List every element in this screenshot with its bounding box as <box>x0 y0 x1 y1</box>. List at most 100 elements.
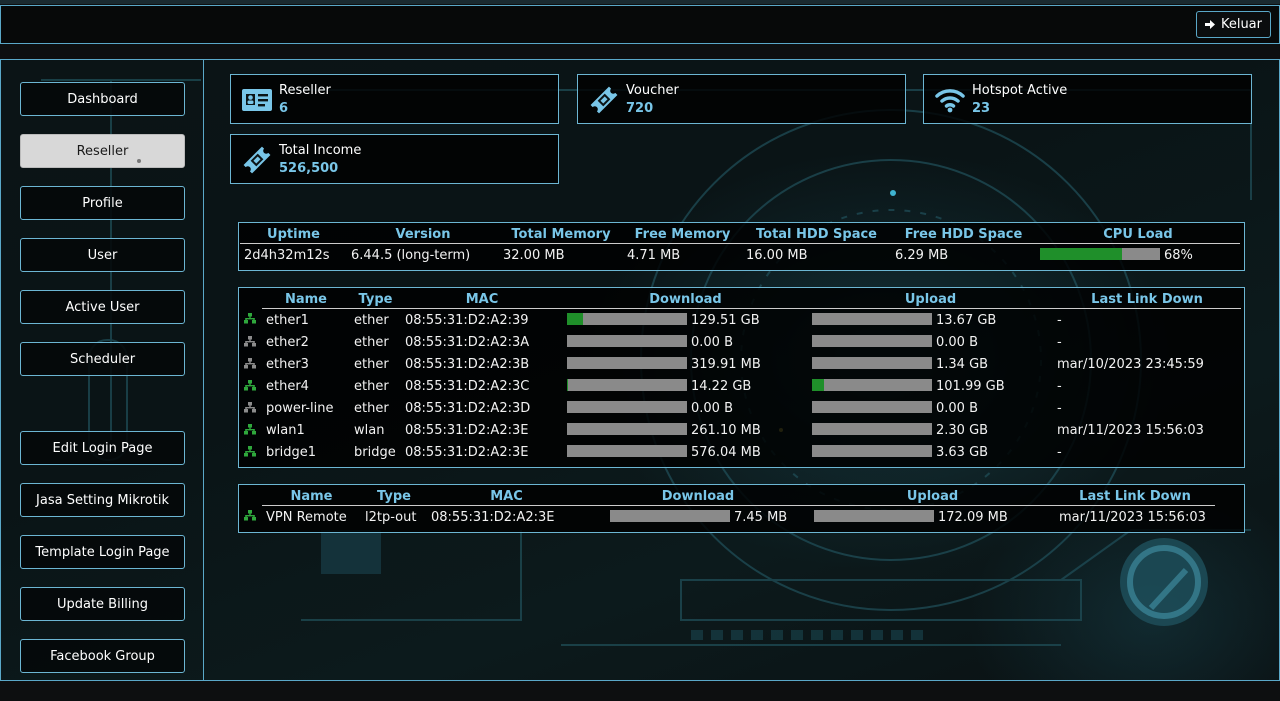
column-header: Upload <box>810 485 1055 506</box>
sidebar: Dashboard Reseller Profile User Active U… <box>1 60 204 680</box>
download-cell: 261.10 MB <box>563 419 808 441</box>
free-hdd-value: 6.29 MB <box>895 247 949 263</box>
sidebar-item-label: Reseller <box>76 143 129 159</box>
interface-type: bridge <box>354 444 396 460</box>
interface-mac: 08:55:31:D2:A2:3E <box>431 509 555 525</box>
upload-value: 13.67 GB <box>936 312 997 328</box>
hotspot-active-stat-card[interactable]: Hotspot Active 23 <box>923 74 1252 124</box>
voucher-stat-card[interactable]: Voucher 720 <box>577 74 906 124</box>
column-header: Name <box>262 288 350 309</box>
reseller-stat-card[interactable]: Reseller 6 <box>230 74 559 124</box>
interface-mac: 08:55:31:D2:A2:3C <box>405 378 530 394</box>
main-area: Dashboard Reseller Profile User Active U… <box>0 59 1280 681</box>
download-cell: 0.00 B <box>563 397 808 419</box>
stat-label: Reseller <box>279 83 331 98</box>
status-cell <box>240 397 262 419</box>
table-row: ether3 ether 08:55:31:D2:A2:3B 319.91 MB 1.3… <box>240 353 1241 375</box>
upload-bar <box>812 422 932 435</box>
status-column-header <box>240 288 262 309</box>
sidebar-item-reseller[interactable]: Reseller <box>20 134 185 168</box>
column-header: MAC <box>427 485 586 506</box>
logout-button[interactable]: Keluar <box>1195 11 1271 38</box>
last-link-down: - <box>1057 444 1062 460</box>
interface-mac: 08:55:31:D2:A2:3E <box>405 422 529 438</box>
upload-cell: 2.30 GB <box>808 419 1053 441</box>
column-header: Total Memory <box>499 223 623 244</box>
column-header: Download <box>563 288 808 309</box>
sidebar-item-jasa-setting-mikrotik[interactable]: Jasa Setting Mikrotik <box>20 483 185 517</box>
stat-label: Voucher <box>626 83 679 98</box>
upload-value: 3.63 GB <box>936 444 989 460</box>
upload-bar <box>812 334 932 347</box>
interface-name: ether1 <box>266 312 309 328</box>
stat-label: Total Income <box>279 143 362 158</box>
total-memory-value: 32.00 MB <box>503 247 565 263</box>
column-header: Last Link Down <box>1055 485 1215 506</box>
cursor-dot <box>137 159 141 163</box>
upload-cell: 0.00 B <box>808 331 1053 353</box>
table-row: ether4 ether 08:55:31:D2:A2:3C 14.22 GB 101.… <box>240 375 1241 397</box>
upload-cell: 3.63 GB <box>808 441 1053 463</box>
sidebar-item-label: Update Billing <box>56 596 149 612</box>
interface-name: ether2 <box>266 334 309 350</box>
download-bar <box>567 378 687 391</box>
cpu-load-cell: 68% <box>1036 244 1240 267</box>
column-header: Upload <box>808 288 1053 309</box>
table-row: VPN Remote l2tp-out 08:55:31:D2:A2:3E 7.45 … <box>240 506 1215 529</box>
table-row: ether2 ether 08:55:31:D2:A2:3A 0.00 B 0.00 B… <box>240 331 1241 353</box>
sidebar-item-edit-login-page[interactable]: Edit Login Page <box>20 431 185 465</box>
network-status-icon <box>244 445 256 456</box>
total-hdd-value: 16.00 MB <box>746 247 808 263</box>
interface-type: ether <box>354 356 389 372</box>
upload-value: 0.00 B <box>936 400 978 416</box>
sidebar-item-active-user[interactable]: Active User <box>20 290 185 324</box>
status-cell <box>240 419 262 441</box>
sidebar-item-facebook-group[interactable]: Facebook Group <box>20 639 185 673</box>
upload-value: 1.34 GB <box>936 356 989 372</box>
interface-type: ether <box>354 312 389 328</box>
upload-bar-fill <box>812 378 824 391</box>
status-cell <box>240 441 262 463</box>
interface-name: wlan1 <box>266 422 305 438</box>
sidebar-item-label: Scheduler <box>69 351 136 367</box>
upload-bar <box>812 444 932 457</box>
download-bar-fill <box>567 312 583 325</box>
upload-cell: 1.34 GB <box>808 353 1053 375</box>
interfaces-table-body: ether1 ether 08:55:31:D2:A2:39 129.51 GB 13.… <box>240 309 1241 464</box>
stat-label: Hotspot Active <box>972 83 1068 98</box>
sidebar-item-template-login-page[interactable]: Template Login Page <box>20 535 185 569</box>
network-status-icon <box>244 510 256 521</box>
table-row: bridge1 bridge 08:55:31:D2:A2:3E 576.04 MB 3… <box>240 441 1241 463</box>
last-link-down: mar/11/2023 15:56:03 <box>1059 509 1206 525</box>
sidebar-item-user[interactable]: User <box>20 238 185 272</box>
wifi-icon <box>935 89 965 113</box>
sidebar-item-dashboard[interactable]: Dashboard <box>20 82 185 116</box>
stat-value: 6 <box>279 101 289 116</box>
network-status-icon <box>244 357 256 368</box>
column-header: Name <box>262 485 361 506</box>
sidebar-item-profile[interactable]: Profile <box>20 186 185 220</box>
column-header: Last Link Down <box>1053 288 1241 309</box>
download-value: 261.10 MB <box>691 422 761 438</box>
total-income-stat-card[interactable]: Total Income 526,500 <box>230 134 559 184</box>
download-bar <box>567 444 687 457</box>
interface-type: ether <box>354 378 389 394</box>
table-row: ether1 ether 08:55:31:D2:A2:39 129.51 GB 13.… <box>240 309 1241 332</box>
download-value: 7.45 MB <box>734 509 788 525</box>
sidebar-item-update-billing[interactable]: Update Billing <box>20 587 185 621</box>
status-cell <box>240 375 262 397</box>
cpu-load-bar <box>1040 247 1160 260</box>
top-strip <box>0 0 1280 4</box>
sidebar-item-label: Jasa Setting Mikrotik <box>36 492 169 508</box>
interfaces-panel: Name Type MAC Download Upload Last Link … <box>238 287 1245 468</box>
version-value: 6.44.5 (long-term) <box>351 247 471 263</box>
sidebar-item-scheduler[interactable]: Scheduler <box>20 342 185 376</box>
network-status-icon <box>244 335 256 346</box>
interface-mac: 08:55:31:D2:A2:3E <box>405 444 529 460</box>
upload-bar <box>812 356 932 369</box>
id-card-icon <box>242 89 272 111</box>
interface-mac: 08:55:31:D2:A2:39 <box>405 312 529 328</box>
download-cell: 14.22 GB <box>563 375 808 397</box>
status-cell <box>240 309 262 332</box>
upload-value: 101.99 GB <box>936 378 1005 394</box>
